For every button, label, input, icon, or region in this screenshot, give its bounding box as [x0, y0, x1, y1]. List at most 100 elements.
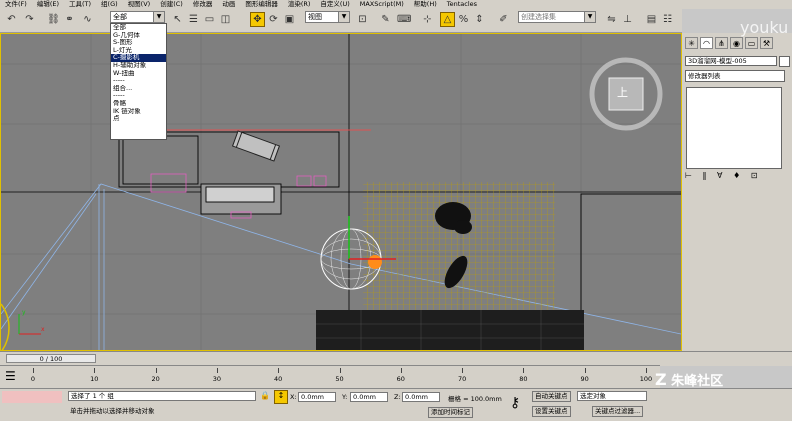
timeline-tick-label: 10: [90, 375, 99, 383]
time-slider[interactable]: 0 / 100: [6, 354, 96, 363]
pivot-center-icon[interactable]: ⊡: [355, 12, 370, 27]
redo-icon[interactable]: ↷: [22, 12, 37, 27]
object-color-swatch[interactable]: [779, 56, 790, 67]
utilities-tab-icon[interactable]: ⚒: [760, 37, 773, 49]
lock-icon[interactable]: 🔒: [260, 391, 270, 400]
menu-edit[interactable]: 编辑(E): [32, 0, 64, 9]
menu-views[interactable]: 视图(V): [123, 0, 156, 9]
dropdown-item[interactable]: H-辅助对象: [111, 62, 166, 70]
top-viewport[interactable]: 上 x y: [0, 33, 682, 351]
watermark: Z 朱峰社区: [655, 370, 790, 400]
stack-controls-icon[interactable]: ⊢ ‖ ∀ ♦ ⊡: [685, 171, 762, 180]
edit-named-selection-icon[interactable]: ✐: [496, 12, 511, 27]
curve-editor-icon[interactable]: ▤: [644, 12, 659, 27]
menu-tools[interactable]: 工具(T): [64, 0, 96, 9]
menu-tentacles[interactable]: Tentacles: [442, 0, 482, 9]
key-icon[interactable]: ⚷: [510, 395, 520, 411]
angle-snap-icon[interactable]: △: [440, 12, 455, 27]
auto-key-button[interactable]: 自动关键点: [532, 391, 571, 402]
timeline-tick: [523, 368, 525, 373]
selection-filter-dropdown[interactable]: 全部 G-几何体 S-图形 L-灯光 C-摄影机 H-辅助对象 W-扭曲 ----- 组合...…: [110, 23, 167, 140]
menu-modifiers[interactable]: 修改器: [188, 0, 218, 9]
menu-maxscript[interactable]: MAXScript(M): [355, 0, 409, 9]
undo-icon[interactable]: ↶: [4, 12, 19, 27]
select-manipulate-icon[interactable]: ✎: [378, 12, 393, 27]
create-tab-icon[interactable]: ✳: [685, 37, 698, 49]
select-and-rotate-icon[interactable]: ⟳: [266, 12, 281, 27]
menu-group[interactable]: 组(G): [96, 0, 123, 9]
rect-selection-icon[interactable]: ▭: [202, 12, 217, 27]
modifier-list-select[interactable]: 修改器列表: [685, 70, 785, 82]
menu-customize[interactable]: 自定义(U): [315, 0, 354, 9]
menu-animation[interactable]: 动画: [217, 0, 240, 9]
select-by-name-icon[interactable]: ☰: [186, 12, 201, 27]
timeline-tick: [33, 368, 34, 373]
motion-tab-icon[interactable]: ◉: [730, 37, 743, 49]
dropdown-item[interactable]: 全部: [111, 24, 166, 32]
key-mode-select[interactable]: 选定对象: [577, 391, 647, 401]
dropdown-item[interactable]: 点: [111, 115, 166, 123]
set-key-button[interactable]: 设置关键点: [532, 406, 571, 417]
dropdown-item[interactable]: W-扭曲: [111, 70, 166, 78]
mini-curve-editor-icon[interactable]: ☰: [5, 369, 16, 383]
chevron-down-icon: ▼: [584, 12, 595, 22]
dropdown-item[interactable]: 骨骼: [111, 100, 166, 108]
display-tab-icon[interactable]: ▭: [745, 37, 758, 49]
maxscript-listener[interactable]: [2, 391, 62, 403]
track-bar[interactable]: ☰ 0 10 20 30 40 50 60 70 80 90 100: [0, 365, 660, 388]
object-name-field[interactable]: 3D溜溜网-模型-005: [685, 56, 777, 66]
bind-to-space-warp-icon[interactable]: ∿: [80, 12, 95, 27]
select-and-move-icon[interactable]: ✥: [250, 12, 265, 27]
selection-filter-value: 全部: [113, 13, 127, 21]
reference-coord-select[interactable]: 视图 ▼: [305, 11, 350, 23]
viewport-canvas: [1, 34, 681, 350]
timeline-tick: [339, 368, 341, 373]
dropdown-item[interactable]: S-图形: [111, 39, 166, 47]
viewcube-label: 上: [617, 86, 628, 99]
y-coord-field[interactable]: 0.0mm: [350, 392, 388, 402]
time-slider-bar[interactable]: 0 / 100: [0, 351, 792, 366]
mirror-icon[interactable]: ⇋: [604, 12, 619, 27]
absolute-mode-icon[interactable]: ↕: [274, 390, 288, 404]
dropdown-item[interactable]: G-几何体: [111, 32, 166, 40]
percent-snap-icon[interactable]: %: [456, 12, 471, 27]
dropdown-item[interactable]: -----: [111, 77, 166, 85]
x-coord-field[interactable]: 0.0mm: [298, 392, 336, 402]
named-selection-set-select[interactable]: 创建选择集 ▼: [518, 11, 596, 23]
dropdown-item[interactable]: IK 链对象: [111, 108, 166, 116]
modify-tab-icon[interactable]: ◠: [700, 37, 713, 49]
key-filters-label: 关键点过滤器...: [595, 407, 641, 415]
key-filters-button[interactable]: 关键点过滤器...: [592, 406, 644, 417]
z-coord-field[interactable]: 0.0mm: [402, 392, 440, 402]
snaps-toggle-icon[interactable]: ⊹: [420, 12, 435, 27]
spinner-snap-icon[interactable]: ⇕: [472, 12, 487, 27]
dropdown-item[interactable]: C-摄影机: [111, 54, 166, 62]
hierarchy-tab-icon[interactable]: ⋔: [715, 37, 728, 49]
watermark-logo-icon: Z: [655, 370, 667, 389]
dropdown-item[interactable]: 组合...: [111, 85, 166, 93]
y-label: Y:: [342, 393, 348, 401]
add-time-tag-button[interactable]: 添加时间标记: [428, 407, 473, 418]
select-and-scale-icon[interactable]: ▣: [282, 12, 297, 27]
dropdown-item[interactable]: L-灯光: [111, 47, 166, 55]
menu-help[interactable]: 帮助(H): [409, 0, 442, 9]
menu-create[interactable]: 创建(C): [155, 0, 188, 9]
select-object-icon[interactable]: ↖: [170, 12, 185, 27]
timeline-tick: [216, 368, 218, 373]
keyboard-shortcut-icon[interactable]: ⌨: [396, 12, 411, 27]
selection-filter-select[interactable]: 全部 ▼: [110, 11, 165, 23]
select-and-link-icon[interactable]: ⛓: [46, 12, 61, 27]
menu-rendering[interactable]: 渲染(R): [283, 0, 316, 9]
menu-graph-editors[interactable]: 图形编辑器: [240, 0, 283, 9]
menu-bar: 文件(F) 编辑(E) 工具(T) 组(G) 视图(V) 创建(C) 修改器 动…: [0, 0, 792, 9]
axis-y-label: y: [22, 309, 26, 316]
schematic-view-icon[interactable]: ☷: [660, 12, 675, 27]
menu-file[interactable]: 文件(F): [0, 0, 32, 9]
modifier-stack[interactable]: [686, 87, 782, 169]
add-time-tag-label: 添加时间标记: [431, 408, 470, 416]
dropdown-item[interactable]: -----: [111, 92, 166, 100]
window-crossing-icon[interactable]: ◫: [218, 12, 233, 27]
grid-size: 栅格 = 100.0mm: [448, 395, 502, 403]
unlink-icon[interactable]: ⚭: [62, 12, 77, 27]
align-icon[interactable]: ⊥: [620, 12, 635, 27]
